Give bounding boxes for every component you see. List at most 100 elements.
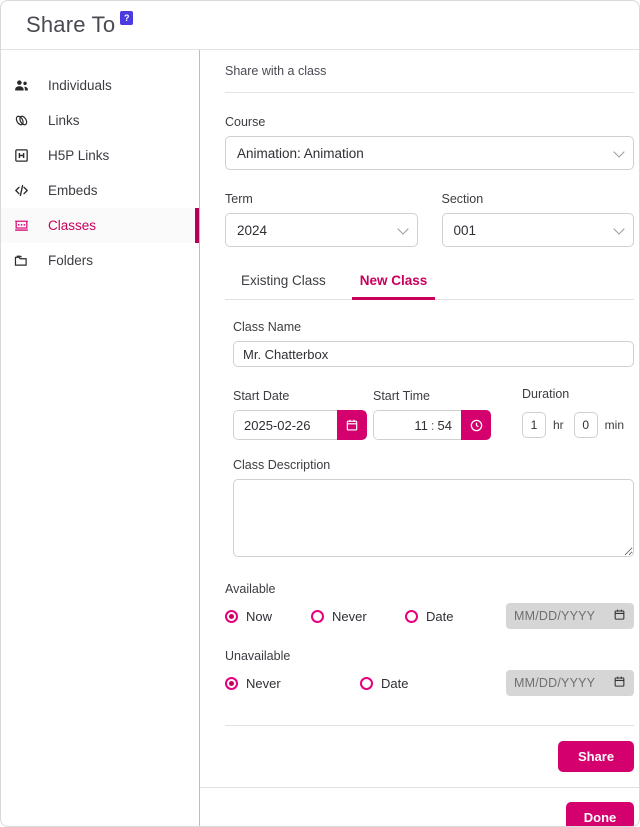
link-icon bbox=[13, 112, 39, 129]
start-time-minutes: 54 bbox=[437, 417, 452, 433]
section-value: 001 bbox=[453, 222, 477, 238]
start-time-group: Start Time 11 : 54 bbox=[373, 389, 508, 440]
chevron-down-icon bbox=[613, 146, 625, 158]
class-tabs: Existing Class New Class bbox=[225, 273, 635, 300]
h5p-icon bbox=[13, 147, 39, 164]
share-button-row: Share bbox=[225, 741, 635, 772]
time-picker-button[interactable] bbox=[461, 410, 491, 440]
sidebar-item-label: H5P Links bbox=[48, 148, 110, 163]
dialog-body: Individuals Links H5P Links Embeds Class… bbox=[1, 50, 639, 826]
duration-minutes-unit: min bbox=[604, 418, 625, 432]
section-label: Section bbox=[441, 192, 484, 206]
section-field: Section 001 bbox=[441, 192, 635, 247]
sidebar-item-links[interactable]: Links bbox=[1, 103, 199, 138]
radio-icon bbox=[405, 609, 418, 623]
start-date-group: Start Date 2025-02-26 bbox=[233, 389, 367, 440]
term-section-row: Term 2024 Section 001 bbox=[225, 192, 635, 247]
dialog-header: Share To ? bbox=[1, 1, 639, 50]
code-icon bbox=[13, 182, 39, 199]
class-name-label: Class Name bbox=[233, 320, 302, 334]
available-option-never[interactable]: Never bbox=[311, 609, 405, 624]
section-divider bbox=[225, 92, 635, 93]
page-title: Share To bbox=[26, 12, 116, 37]
class-description-field: Class Description bbox=[233, 458, 635, 562]
sidebar-item-embeds[interactable]: Embeds bbox=[1, 173, 199, 208]
start-time-control: 11 : 54 bbox=[373, 410, 508, 440]
start-date-control: 2025-02-26 bbox=[233, 410, 367, 440]
start-date-label: Start Date bbox=[233, 389, 290, 403]
duration-hours-input[interactable]: 1 bbox=[522, 412, 546, 438]
sidebar: Individuals Links H5P Links Embeds Class… bbox=[1, 50, 200, 826]
sidebar-item-classes[interactable]: Classes bbox=[1, 208, 199, 243]
start-time-input[interactable]: 11 : 54 bbox=[373, 410, 461, 440]
radio-icon bbox=[225, 676, 238, 690]
done-button[interactable]: Done bbox=[566, 802, 635, 826]
available-date-placeholder: MM/DD/YYYY bbox=[514, 609, 596, 623]
class-description-label: Class Description bbox=[233, 458, 331, 472]
sidebar-item-individuals[interactable]: Individuals bbox=[1, 68, 199, 103]
duration-group: Duration 1 hr 0 min bbox=[522, 387, 634, 440]
course-label: Course bbox=[225, 115, 266, 129]
available-option-date[interactable]: Date bbox=[405, 609, 453, 624]
start-time-label: Start Time bbox=[373, 389, 430, 403]
section-select[interactable]: 001 bbox=[441, 213, 635, 247]
calendar-icon bbox=[613, 675, 626, 691]
available-options: Now Never Date MM/DD/YYYY bbox=[225, 603, 635, 629]
start-date-input[interactable]: 2025-02-26 bbox=[233, 410, 337, 440]
sidebar-item-label: Classes bbox=[48, 218, 97, 233]
share-to-dialog: Share To ? Individuals Links H5P Links E… bbox=[0, 0, 640, 827]
term-select[interactable]: 2024 bbox=[225, 213, 418, 247]
unavailable-label: Unavailable bbox=[225, 649, 291, 663]
available-label: Available bbox=[225, 582, 276, 596]
main-panel: Share with a class Course Animation: Ani… bbox=[200, 50, 639, 826]
section-heading: Share with a class bbox=[225, 64, 327, 78]
share-button[interactable]: Share bbox=[558, 741, 635, 772]
folder-icon bbox=[13, 252, 39, 269]
available-group: Available Now Never Date MM/DD/YYYY bbox=[225, 582, 635, 629]
chevron-down-icon bbox=[613, 223, 625, 235]
course-value: Animation: Animation bbox=[237, 145, 364, 161]
unavailable-option-never[interactable]: Never bbox=[225, 676, 360, 691]
radio-label: Date bbox=[381, 675, 409, 691]
sidebar-item-folders[interactable]: Folders bbox=[1, 243, 199, 278]
tab-existing-class[interactable]: Existing Class bbox=[233, 273, 334, 300]
class-name-field: Class Name bbox=[233, 320, 635, 367]
sidebar-item-label: Folders bbox=[48, 253, 94, 268]
duration-label: Duration bbox=[522, 387, 570, 401]
tab-new-class[interactable]: New Class bbox=[351, 273, 436, 300]
radio-icon bbox=[311, 609, 324, 623]
radio-label: Never bbox=[332, 608, 367, 624]
schedule-row: Start Date 2025-02-26 Start Time 11: 54… bbox=[233, 387, 634, 440]
term-label: Term bbox=[225, 192, 253, 206]
chevron-down-icon bbox=[396, 223, 409, 235]
classroom-icon bbox=[13, 217, 39, 234]
class-name-input[interactable] bbox=[233, 341, 635, 367]
done-divider bbox=[200, 787, 639, 788]
share-divider bbox=[225, 725, 635, 726]
done-button-row: Done bbox=[225, 802, 635, 826]
available-date-input: MM/DD/YYYY bbox=[506, 603, 635, 629]
course-select[interactable]: Animation: Animation bbox=[225, 136, 635, 170]
course-field: Course Animation: Animation bbox=[225, 115, 635, 170]
radio-label: Now bbox=[246, 608, 273, 624]
people-icon bbox=[13, 77, 39, 94]
duration-hours-unit: hr bbox=[553, 418, 564, 432]
start-time-hours: 11 bbox=[414, 417, 428, 433]
new-class-form: Class Name Start Date 2025-02-26 bbox=[225, 320, 635, 562]
sidebar-item-label: Individuals bbox=[48, 78, 112, 93]
unavailable-date-input: MM/DD/YYYY bbox=[506, 670, 635, 696]
help-icon[interactable]: ? bbox=[120, 11, 134, 25]
calendar-icon bbox=[613, 608, 626, 624]
unavailable-date-placeholder: MM/DD/YYYY bbox=[514, 676, 596, 690]
unavailable-group: Unavailable Never Date MM/DD/YYYY bbox=[225, 649, 635, 696]
radio-icon bbox=[225, 609, 238, 623]
unavailable-option-date[interactable]: Date bbox=[360, 676, 408, 691]
unavailable-options: Never Date MM/DD/YYYY bbox=[225, 670, 635, 696]
class-description-textarea[interactable] bbox=[233, 479, 635, 557]
calendar-picker-button[interactable] bbox=[337, 410, 367, 440]
sidebar-item-label: Embeds bbox=[48, 183, 98, 198]
sidebar-item-h5p-links[interactable]: H5P Links bbox=[1, 138, 199, 173]
duration-minutes-input[interactable]: 0 bbox=[573, 412, 598, 438]
radio-icon bbox=[360, 676, 373, 690]
available-option-now[interactable]: Now bbox=[225, 609, 311, 624]
